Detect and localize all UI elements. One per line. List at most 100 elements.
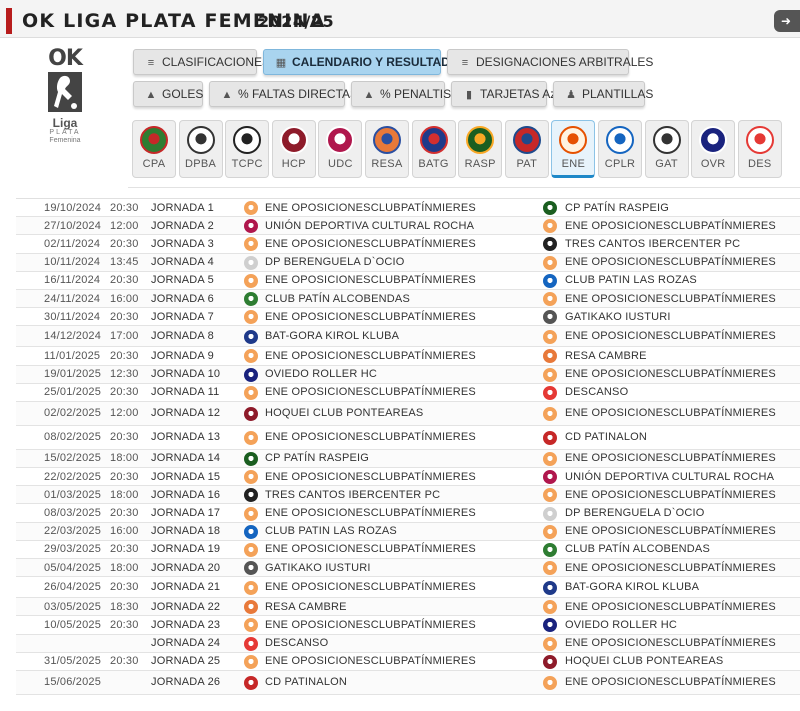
fixture-row[interactable]: 02/02/2025 12:00 JORNADA 12 HOQUEI CLUB PON…	[16, 401, 800, 426]
team-tab-cplr[interactable]: CPLR	[598, 120, 642, 178]
team-tab-resa[interactable]: RESA	[365, 120, 409, 178]
home-team-crest-icon	[244, 219, 258, 234]
fixture-row[interactable]: 16/11/2024 20:30 JORNADA 5 ENE OPOSICIONESC…	[16, 272, 800, 290]
home-team-crest-icon	[244, 367, 258, 382]
header-accent-bar	[6, 8, 12, 34]
home-team-name: TRES CANTOS IBERCENTER PC	[265, 488, 441, 501]
tarjetas-button[interactable]: ▮ TARJETAS Az	[451, 81, 556, 107]
home-team-crest-icon	[244, 618, 258, 633]
home-team-crest-icon	[244, 201, 258, 216]
fixture-date: 10/05/2025	[44, 618, 102, 631]
fixture-row[interactable]: 24/11/2024 16:00 JORNADA 6 CLUB PATÍN ALCOB…	[16, 289, 800, 309]
home-team-name: CLUB PATIN LAS ROZAS	[265, 525, 397, 538]
team-crest-icon	[652, 126, 681, 154]
fixture-date: 31/05/2025	[44, 655, 102, 668]
fixture-row[interactable]: 26/04/2025 20:30 JORNADA 21 ENE OPOSICIONES…	[16, 577, 800, 599]
fixture-row[interactable]: 11/01/2025 20:30 JORNADA 9 ENE OPOSICIONESC…	[16, 347, 800, 366]
away-team-name: CD PATINALON	[565, 431, 648, 444]
team-tab-hcp[interactable]: HCP	[271, 120, 316, 178]
away-team-crest-icon	[543, 310, 557, 325]
away-team-name: ENE OPOSICIONESCLUBPATÍNMIERES	[565, 219, 776, 232]
fixture-row[interactable]: 03/05/2025 18:30 JORNADA 22 RESA CAMBRE ENE …	[16, 598, 800, 617]
fixture-row[interactable]: 25/01/2025 20:30 JORNADA 11 ENE OPOSICIONES…	[16, 384, 800, 402]
team-tab-rasp[interactable]: RASP	[458, 120, 503, 178]
fixture-jornada: JORNADA 12	[151, 407, 221, 420]
fixture-jornada: JORNADA 16	[151, 488, 221, 501]
fixture-row[interactable]: 30/11/2024 20:30 JORNADA 7 ENE OPOSICIONESC…	[16, 308, 800, 327]
team-abbr: DES	[748, 158, 772, 170]
fixture-row[interactable]: 10/11/2024 13:45 JORNADA 4 DP BERENGUELA D`…	[16, 253, 800, 272]
fixture-time: 20:30	[110, 655, 139, 668]
team-tab-udc[interactable]: UDC	[318, 120, 363, 178]
fixture-date: 19/01/2025	[44, 368, 102, 381]
fixture-jornada: JORNADA 18	[151, 525, 221, 538]
team-crest-icon	[140, 126, 168, 154]
home-team-crest-icon	[244, 600, 258, 615]
goles-button[interactable]: ▲ GOLES	[133, 81, 203, 107]
away-team-crest-icon	[543, 430, 557, 445]
fixture-date: 08/03/2025	[44, 507, 102, 520]
team-abbr: UDC	[328, 158, 353, 170]
away-team-crest-icon	[543, 600, 557, 615]
clasificaciones-button[interactable]: ≡ CLASIFICACIONES	[133, 49, 270, 75]
home-team-name: RESA CAMBRE	[265, 600, 347, 613]
home-team-crest-icon	[244, 385, 258, 400]
fixture-row[interactable]: 15/02/2025 18:00 JORNADA 14 CP PATÍN RASPEI…	[16, 449, 800, 469]
home-team-crest-icon	[244, 506, 258, 521]
home-team-crest-icon	[244, 349, 258, 364]
fixture-row[interactable]: 19/01/2025 12:30 JORNADA 10 OVIEDO ROLLER H…	[16, 365, 800, 384]
fixture-row[interactable]: 19/10/2024 20:30 JORNADA 1 ENE OPOSICIONESC…	[16, 199, 800, 218]
fixture-row[interactable]: 05/04/2025 18:00 JORNADA 20 GATIKAKO IUSTUR…	[16, 559, 800, 578]
away-team-name: ENE OPOSICIONESCLUBPATÍNMIERES	[565, 292, 776, 305]
fixture-jornada: JORNADA 24	[151, 637, 221, 650]
home-team-crest-icon	[244, 580, 258, 595]
fixture-row[interactable]: 22/02/2025 20:30 JORNADA 15 ENE OPOSICIONES…	[16, 468, 800, 487]
back-button[interactable]: ➜	[774, 10, 800, 32]
fixture-row[interactable]: 10/05/2025 20:30 JORNADA 23 ENE OPOSICIONES…	[16, 616, 800, 635]
team-tab-ene[interactable]: ENE	[551, 120, 596, 178]
fixture-row[interactable]: 01/03/2025 18:00 JORNADA 16 TRES CANTOS IBE…	[16, 486, 800, 505]
fixture-row[interactable]: 08/03/2025 20:30 JORNADA 17 ENE OPOSICIONES…	[16, 504, 800, 523]
fixture-row[interactable]: 08/02/2025 20:30 JORNADA 13 ENE OPOSICIONES…	[16, 426, 800, 450]
home-team-name: ENE OPOSICIONESCLUBPATÍNMIERES	[265, 655, 476, 668]
fixture-row[interactable]: 22/03/2025 16:00 JORNADA 18 CLUB PATIN LAS …	[16, 522, 800, 541]
fixture-time: 18:30	[110, 600, 139, 613]
faltas-directas-button[interactable]: ▲ % FALTAS DIRECTAS	[209, 81, 358, 107]
button-label: DESIGNACIONES ARBITRALES	[476, 55, 654, 69]
fixture-time: 20:30	[110, 349, 139, 362]
away-team-crest-icon	[543, 654, 557, 669]
calendar-icon: ▦	[275, 57, 287, 69]
team-tab-tcpc[interactable]: TCPC	[225, 120, 270, 178]
team-tab-ovr[interactable]: OVR	[691, 120, 736, 178]
penaltis-button[interactable]: ▲ % PENALTIS	[351, 81, 451, 107]
team-crest-icon	[466, 126, 495, 154]
team-abbr: BATG	[418, 158, 449, 170]
fixture-row[interactable]: 14/12/2024 17:00 JORNADA 8 BAT-GORA KIROL K…	[16, 326, 800, 348]
fixture-row[interactable]: 27/10/2024 12:00 JORNADA 2 UNIÓN DEPORTIVA …	[16, 217, 800, 236]
fixture-jornada: JORNADA 2	[151, 219, 214, 232]
fixture-date: 24/11/2024	[44, 292, 101, 305]
team-tab-cpa[interactable]: CPA	[132, 120, 176, 178]
team-tab-des[interactable]: DES	[737, 120, 782, 178]
away-team-crest-icon	[543, 451, 557, 466]
fixture-jornada: JORNADA 4	[151, 256, 214, 269]
team-tab-pat[interactable]: PAT	[504, 120, 549, 178]
designaciones-arbitrales-button[interactable]: ≡ DESIGNACIONES ARBITRALES	[447, 49, 653, 75]
plantillas-button[interactable]: ♟ PLANTILLAS	[553, 81, 653, 107]
fixture-jornada: JORNADA 25	[151, 655, 221, 668]
fixture-row[interactable]: 15/06/2025 JORNADA 26 CD PATINALON ENE OPOS…	[16, 670, 800, 695]
home-team-crest-icon	[244, 470, 258, 485]
team-abbr: CPA	[142, 158, 166, 170]
home-team-name: ENE OPOSICIONESCLUBPATÍNMIERES	[265, 349, 476, 362]
fixture-date: 22/03/2025	[44, 525, 102, 538]
fixture-jornada: JORNADA 19	[151, 543, 221, 556]
fixture-row[interactable]: JORNADA 24 DESCANSO ENE OPOSICIONESCLUBPAT…	[16, 634, 800, 653]
calendario-resultados-button[interactable]: ▦ CALENDARIO Y RESULTADOS	[263, 49, 467, 75]
team-tab-dpba[interactable]: DPBA	[178, 120, 223, 178]
team-tab-batg[interactable]: BATG	[411, 120, 456, 178]
fixture-row[interactable]: 31/05/2025 20:30 JORNADA 25 ENE OPOSICIONES…	[16, 653, 800, 671]
team-tab-gat[interactable]: GAT	[644, 120, 689, 178]
fixture-row[interactable]: 29/03/2025 20:30 JORNADA 19 ENE OPOSICIONES…	[16, 541, 800, 559]
away-team-name: OVIEDO ROLLER HC	[565, 618, 678, 631]
fixture-row[interactable]: 02/11/2024 20:30 JORNADA 3 ENE OPOSICIONESC…	[16, 235, 800, 254]
